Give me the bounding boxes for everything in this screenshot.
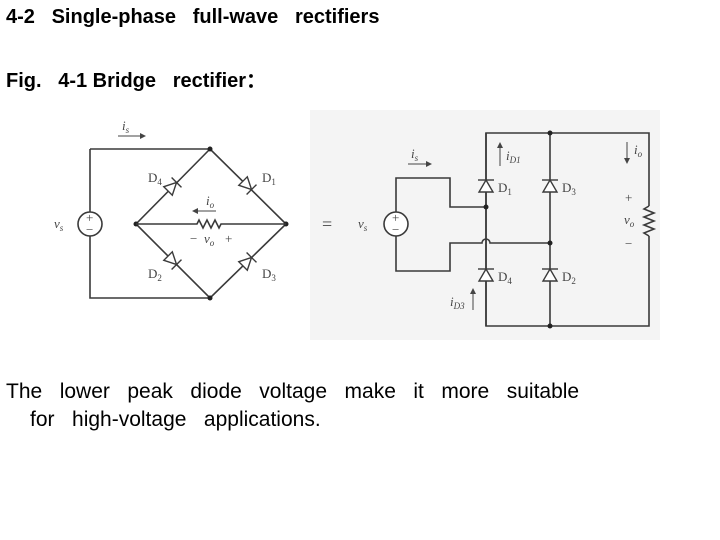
left-bridge-circuit: + − vs is D4 D1 D2 D3 io − vo + bbox=[54, 118, 289, 301]
right-node-bottom bbox=[547, 323, 553, 329]
bridge-rectifier-figure: + − vs is D4 D1 D2 D3 io − vo + = + − vs… bbox=[54, 110, 660, 340]
left-vo-minus: − bbox=[190, 231, 197, 246]
left-io-arrowhead bbox=[192, 208, 198, 214]
figure-caption: Fig. 4-1 Bridge rectifier： bbox=[6, 70, 267, 92]
left-vo-plus: + bbox=[225, 231, 232, 246]
paragraph-line-1: The lower peak diode voltage make it mor… bbox=[6, 380, 580, 403]
left-source-minus: − bbox=[86, 222, 93, 237]
left-load-resistor-icon bbox=[136, 218, 286, 230]
right-node-d1-d4 bbox=[483, 204, 489, 210]
left-source-label: vs bbox=[54, 216, 64, 233]
node-top bbox=[207, 146, 213, 152]
right-node-top bbox=[547, 130, 553, 136]
node-bottom bbox=[207, 295, 213, 301]
right-source-minus: − bbox=[392, 222, 399, 237]
slide-title: 4-2 Single-phase full-wave rectifiers bbox=[6, 6, 380, 28]
left-d1-label: D1 bbox=[262, 170, 276, 187]
left-d4-label: D4 bbox=[148, 170, 162, 187]
left-d2-label: D2 bbox=[148, 266, 162, 283]
right-vo-plus: + bbox=[625, 190, 632, 205]
right-vo-minus: − bbox=[625, 236, 632, 251]
left-is-label: is bbox=[122, 118, 130, 135]
left-io-label: io bbox=[206, 193, 215, 210]
right-node-d3-d2 bbox=[547, 240, 553, 246]
paragraph-line-2: for high-voltage applications. bbox=[30, 408, 321, 431]
equals-sign: = bbox=[322, 214, 332, 234]
left-d3-label: D3 bbox=[262, 266, 276, 283]
left-vo-label: vo bbox=[204, 231, 215, 248]
left-is-arrowhead bbox=[140, 133, 146, 139]
